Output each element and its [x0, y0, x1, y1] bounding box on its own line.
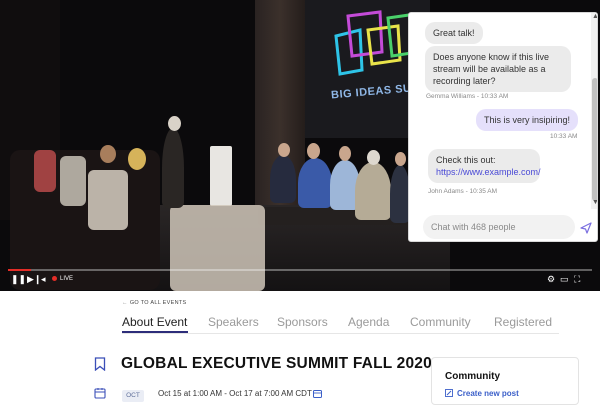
add-to-calendar-icon[interactable]: [313, 389, 322, 398]
chat-scroll-thumb[interactable]: [592, 78, 597, 201]
event-month-badge: OCT: [122, 390, 144, 402]
miniplayer-icon[interactable]: ▭: [560, 275, 569, 284]
scroll-down-arrow-icon[interactable]: ▼: [592, 199, 597, 206]
event-title: GLOBAL EXECUTIVE SUMMIT FALL 2020: [121, 355, 432, 372]
tab-speakers[interactable]: Speakers: [208, 315, 259, 329]
chat-message-meta: John Adams - 10:35 AM: [428, 188, 498, 195]
event-date-range: Oct 15 at 1:00 AM - Oct 17 at 7:00 AM CD…: [158, 389, 312, 398]
video-progress-bar[interactable]: [8, 269, 592, 271]
chat-message: Great talk!: [425, 22, 483, 44]
video-progress-fill: [8, 269, 32, 271]
chat-message-meta: 10:33 AM: [550, 133, 578, 140]
tab-community[interactable]: Community: [410, 315, 471, 329]
skip-next-icon[interactable]: ▶❙: [27, 275, 41, 284]
back-to-events-link[interactable]: ← GO TO ALL EVENTS: [122, 300, 186, 306]
chat-message-list[interactable]: Great talk! Does anyone know if this liv…: [409, 13, 597, 209]
event-tabs: About Event Speakers Sponsors Agenda Com…: [122, 312, 559, 334]
chat-message: Check this out: https://www.example.com/: [428, 149, 541, 183]
pause-icon[interactable]: ❚❚: [11, 275, 26, 284]
chat-scrollbar[interactable]: ▲ ▼: [591, 13, 597, 209]
tab-sponsors[interactable]: Sponsors: [277, 315, 328, 329]
chat-message-own: This is very insipiring!: [476, 109, 579, 131]
volume-icon[interactable]: ◂: [41, 275, 46, 284]
edit-pencil-icon: [445, 389, 453, 397]
community-card: Community Create new post: [431, 357, 579, 405]
bookmark-icon[interactable]: [94, 357, 106, 371]
live-chat-panel: Great talk! Does anyone know if this liv…: [408, 12, 598, 242]
chat-input[interactable]: Chat with 468 people: [423, 215, 575, 239]
tab-about-event[interactable]: About Event: [122, 315, 187, 329]
settings-gear-icon[interactable]: ⚙: [547, 275, 555, 284]
video-controls: ❚❚ ▶❙ ◂ LIVE ⚙ ▭ ⛶: [0, 265, 600, 291]
arrow-left-icon: ←: [122, 300, 128, 306]
active-tab-indicator: [122, 331, 188, 333]
chat-message: Does anyone know if this live stream wil…: [425, 46, 571, 92]
tab-agenda[interactable]: Agenda: [348, 315, 389, 329]
community-card-title: Community: [445, 371, 500, 382]
live-indicator: LIVE: [52, 275, 73, 284]
chat-message-meta: Gemma Williams - 10:33 AM: [426, 93, 509, 100]
send-icon[interactable]: [580, 222, 592, 234]
scroll-up-arrow-icon[interactable]: ▲: [592, 13, 597, 20]
create-post-link[interactable]: Create new post: [445, 389, 519, 398]
calendar-icon: [94, 388, 106, 399]
fullscreen-icon[interactable]: ⛶: [574, 275, 580, 284]
tab-registered[interactable]: Registered: [494, 315, 552, 329]
chat-message-link[interactable]: https://www.example.com/: [436, 166, 541, 178]
chat-message-text: Check this out:: [436, 155, 496, 165]
